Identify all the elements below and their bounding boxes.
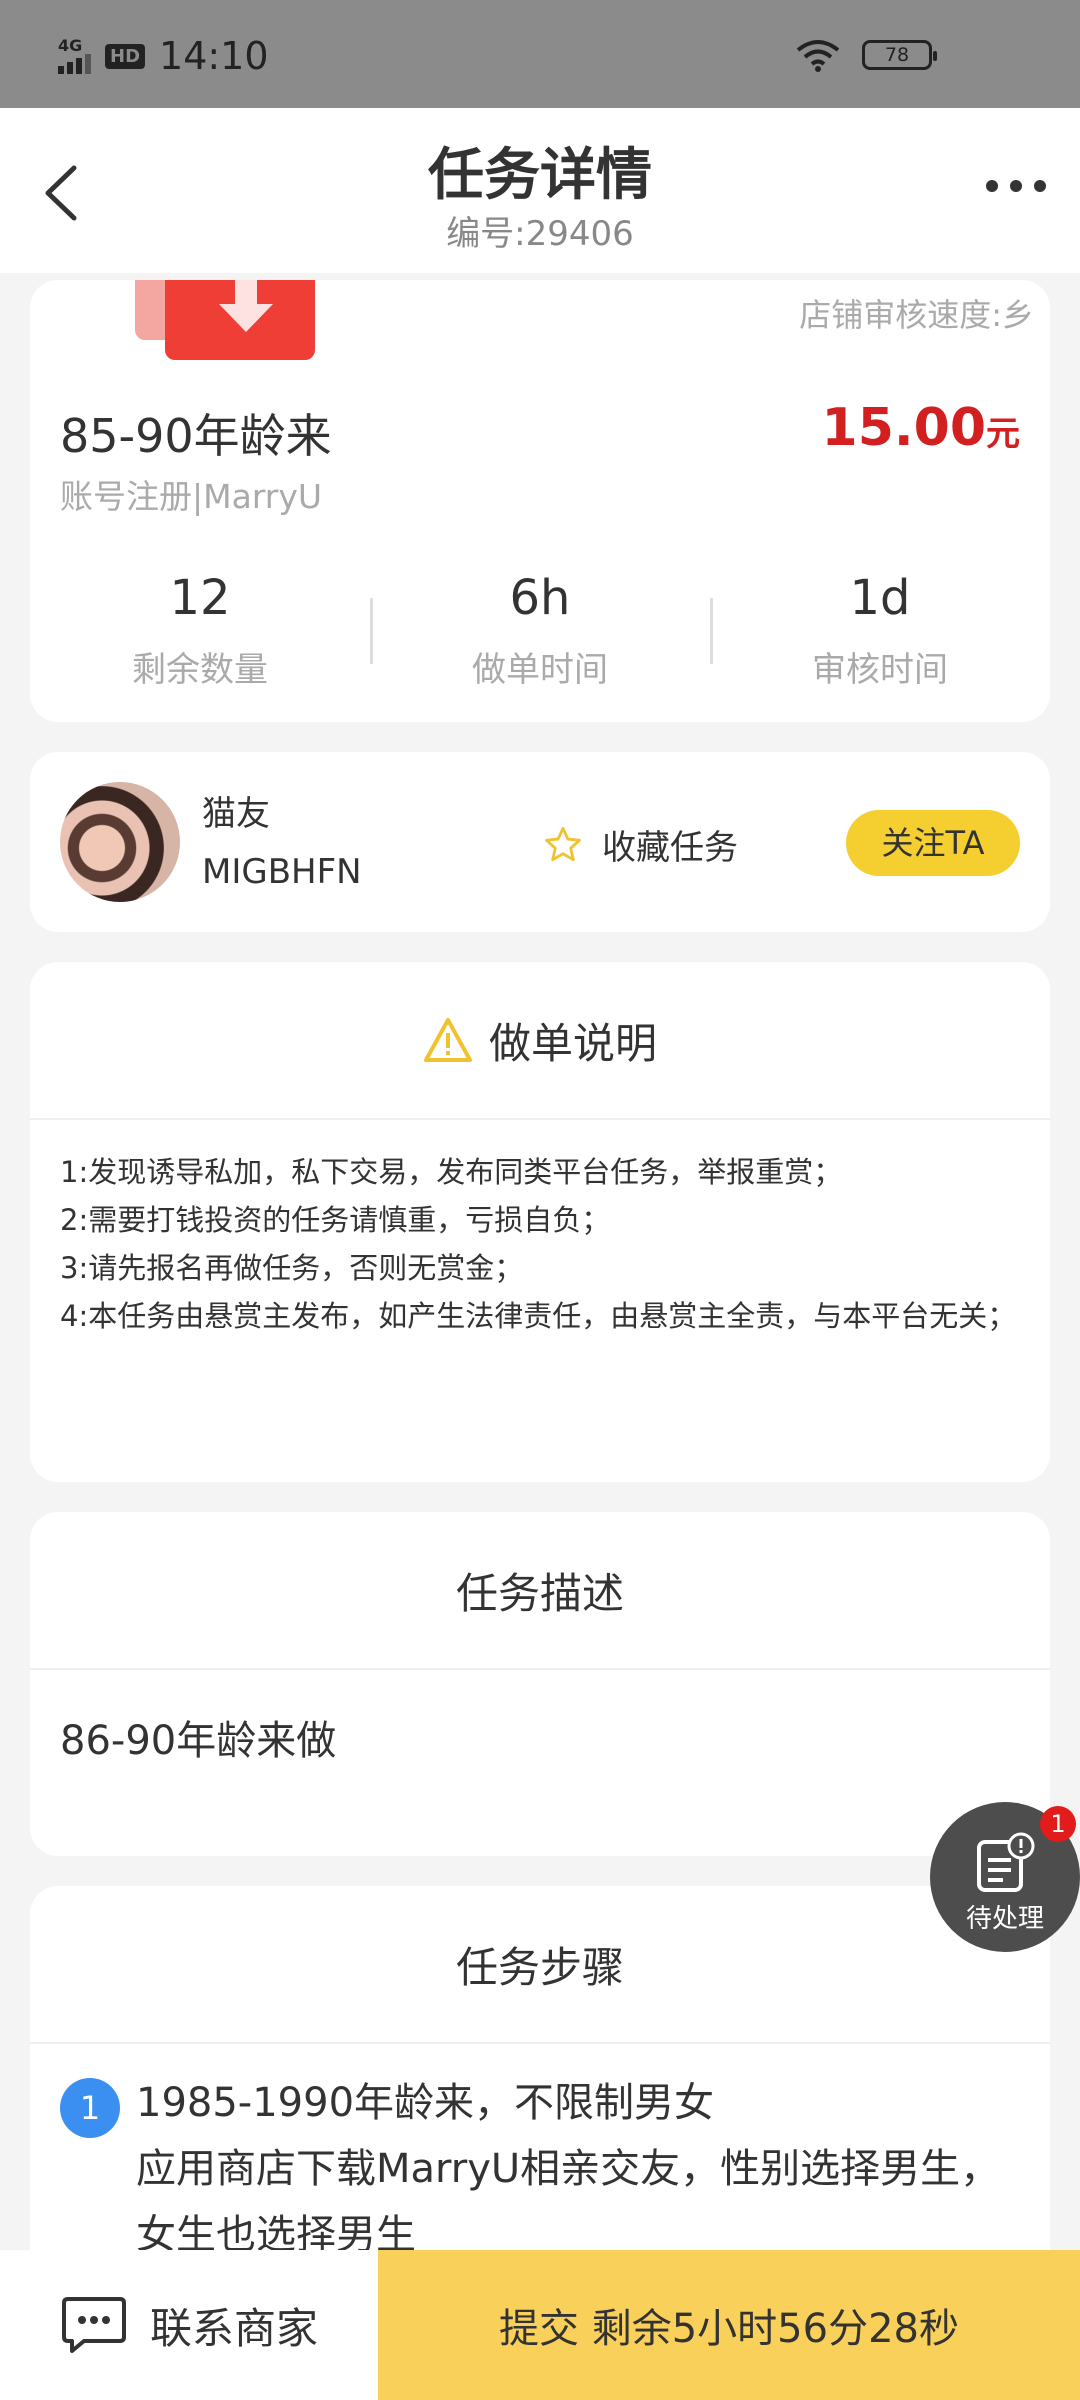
stat-work-time: 6h 做单时间 — [370, 570, 710, 690]
task-category: 账号注册|MarryU — [60, 477, 323, 516]
status-bar: 4G HD 14:10 78 — [0, 0, 1080, 108]
publisher-id: MIGBHFN — [202, 852, 362, 892]
more-icon[interactable] — [986, 180, 1046, 192]
favorite-task-button[interactable]: 收藏任务 — [542, 820, 738, 869]
submit-button[interactable]: 提交 剩余5小时56分28秒 — [378, 2250, 1080, 2400]
chat-icon — [61, 2297, 126, 2353]
bottom-bar: 联系商家 提交 剩余5小时56分28秒 — [0, 2250, 1080, 2400]
instructions-card: 做单说明 1:发现诱导私加，私下交易，发布同类平台任务，举报重赏； 2:需要打钱… — [30, 962, 1050, 1482]
app-logo-icon — [135, 280, 315, 360]
description-text: 86-90年龄来做 — [60, 1718, 337, 1764]
network-type: 4G — [58, 36, 83, 55]
task-stats: 12 剩余数量 6h 做单时间 1d 审核时间 — [30, 570, 1050, 690]
instruction-item: 3:请先报名再做任务，否则无赏金； — [60, 1251, 524, 1285]
contact-merchant-button[interactable]: 联系商家 — [0, 2250, 378, 2400]
step-number: 1 — [60, 2078, 120, 2138]
notification-badge: 1 — [1040, 1806, 1076, 1842]
instruction-item: 2:需要打钱投资的任务请慎重，亏损自负； — [60, 1203, 611, 1237]
audit-speed: 店铺审核速度:乡 — [799, 296, 1034, 334]
warning-icon — [423, 1018, 472, 1062]
description-header: 任务描述 — [30, 1512, 1050, 1670]
instructions-header: 做单说明 — [30, 962, 1050, 1120]
star-icon — [545, 826, 581, 861]
follow-button[interactable]: 关注TA — [846, 810, 1020, 876]
instruction-item: 4:本任务由悬赏主发布，如产生法律责任，由悬赏主全责，与本平台无关； — [60, 1299, 1017, 1333]
document-alert-icon — [977, 1832, 1035, 1892]
task-price: 15.00元 — [821, 398, 1020, 458]
steps-header: 任务步骤 — [30, 1886, 1050, 2044]
step-text: 1985-1990年龄来，不限制男女 应用商店下载MarryU相亲交友，性别选择… — [136, 2080, 1001, 2258]
publisher-name: 猫友 — [202, 794, 270, 834]
clock: 14:10 — [159, 34, 269, 78]
page-title: 任务详情 — [428, 143, 652, 208]
task-summary-card: 店铺审核速度:乡 85-90年龄来 15.00元 账号注册|MarryU 12 … — [30, 280, 1050, 722]
stat-remaining: 12 剩余数量 — [132, 570, 268, 690]
steps-card: 任务步骤 1 1985-1990年龄来，不限制男女 应用商店下载MarryU相亲… — [30, 1886, 1050, 2286]
battery-icon: 78 — [862, 40, 937, 70]
pending-label: 待处理 — [965, 1904, 1044, 1934]
signal-icon: 4G — [58, 38, 91, 74]
instructions-list: 1:发现诱导私加，私下交易，发布同类平台任务，举报重赏； 2:需要打钱投资的任务… — [60, 1148, 1030, 1340]
hd-icon: HD — [105, 43, 146, 69]
publisher-card: 猫友 MIGBHFN 收藏任务 关注TA — [30, 752, 1050, 932]
task-title: 85-90年龄来 — [60, 409, 332, 463]
description-card: 任务描述 86-90年龄来做 — [30, 1512, 1050, 1856]
stat-review-time: 1d 审核时间 — [710, 570, 1050, 690]
task-number: 编号:29406 — [446, 214, 634, 254]
nav-bar: 任务详情 编号:29406 — [0, 108, 1080, 273]
instruction-item: 1:发现诱导私加，私下交易，发布同类平台任务，举报重赏； — [60, 1155, 843, 1189]
wifi-icon — [796, 40, 840, 72]
avatar[interactable] — [60, 782, 180, 902]
